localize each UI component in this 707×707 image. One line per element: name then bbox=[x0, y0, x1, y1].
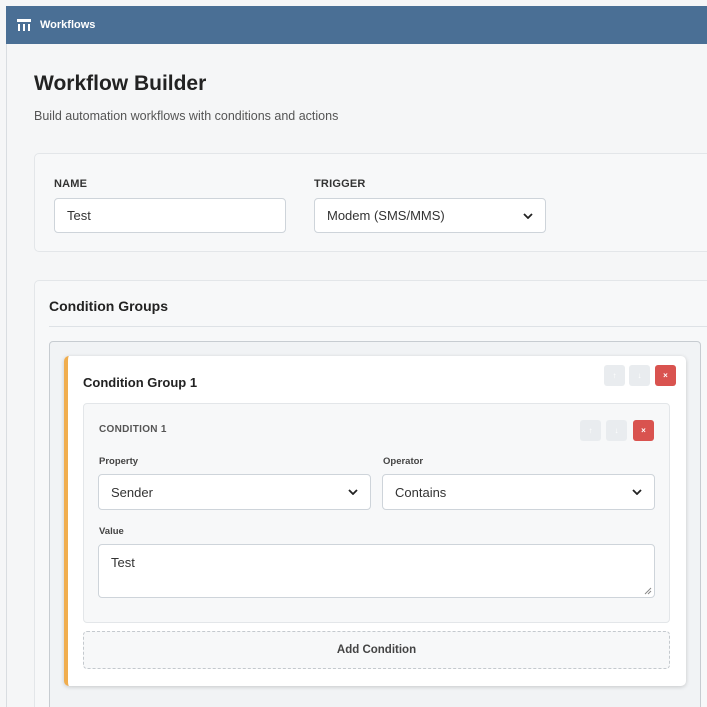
arrow-down-icon: ↓ bbox=[637, 370, 642, 380]
topbar-title[interactable]: Workflows bbox=[40, 19, 95, 31]
top-bar: Workflows bbox=[6, 6, 707, 44]
operator-label: Operator bbox=[383, 456, 424, 467]
operator-select-value: Contains bbox=[395, 484, 447, 500]
page-title: Workflow Builder bbox=[34, 72, 207, 95]
group-move-down-button[interactable]: ↓ bbox=[629, 365, 650, 386]
chevron-down-icon bbox=[523, 212, 533, 219]
page-subtitle: Build automation workflows with conditio… bbox=[34, 109, 339, 123]
condition-remove-button[interactable]: × bbox=[633, 420, 654, 441]
condition-title: CONDITION 1 bbox=[99, 424, 167, 435]
arrow-down-icon: ↓ bbox=[614, 425, 619, 435]
arrow-up-icon: ↑ bbox=[588, 425, 593, 435]
add-condition-label: Add Condition bbox=[336, 644, 417, 656]
name-label: NAME bbox=[54, 178, 88, 190]
property-label: Property bbox=[99, 456, 139, 467]
trigger-label: TRIGGER bbox=[314, 178, 366, 190]
group-remove-button[interactable]: × bbox=[655, 365, 676, 386]
value-label: Value bbox=[99, 526, 124, 537]
sitemap-icon bbox=[16, 18, 32, 32]
trigger-select[interactable]: Modem (SMS/MMS) bbox=[314, 198, 546, 233]
value-textarea-text: Test bbox=[111, 555, 135, 570]
chevron-down-icon bbox=[348, 489, 358, 495]
condition-groups-title: Condition Groups bbox=[49, 298, 168, 314]
condition-move-down-button[interactable]: ↓ bbox=[606, 420, 627, 441]
trigger-select-value: Modem (SMS/MMS) bbox=[327, 208, 445, 223]
condition-move-up-button[interactable]: ↑ bbox=[580, 420, 601, 441]
property-select-value: Sender bbox=[111, 484, 153, 500]
resize-handle-icon[interactable] bbox=[644, 587, 652, 595]
close-icon: × bbox=[641, 425, 646, 435]
name-input[interactable]: Test bbox=[54, 198, 286, 233]
close-icon: × bbox=[663, 370, 668, 380]
arrow-up-icon: ↑ bbox=[612, 370, 617, 380]
value-textarea[interactable]: Test bbox=[98, 544, 655, 598]
condition-group-title: Condition Group 1 bbox=[83, 375, 198, 390]
chevron-down-icon bbox=[632, 489, 642, 495]
property-select[interactable]: Sender bbox=[98, 474, 371, 510]
name-input-value: Test bbox=[67, 208, 91, 223]
add-condition-button[interactable]: Add Condition bbox=[83, 631, 670, 669]
operator-select[interactable]: Contains bbox=[382, 474, 655, 510]
divider bbox=[49, 326, 707, 327]
sidebar-border bbox=[6, 44, 7, 707]
group-move-up-button[interactable]: ↑ bbox=[604, 365, 625, 386]
